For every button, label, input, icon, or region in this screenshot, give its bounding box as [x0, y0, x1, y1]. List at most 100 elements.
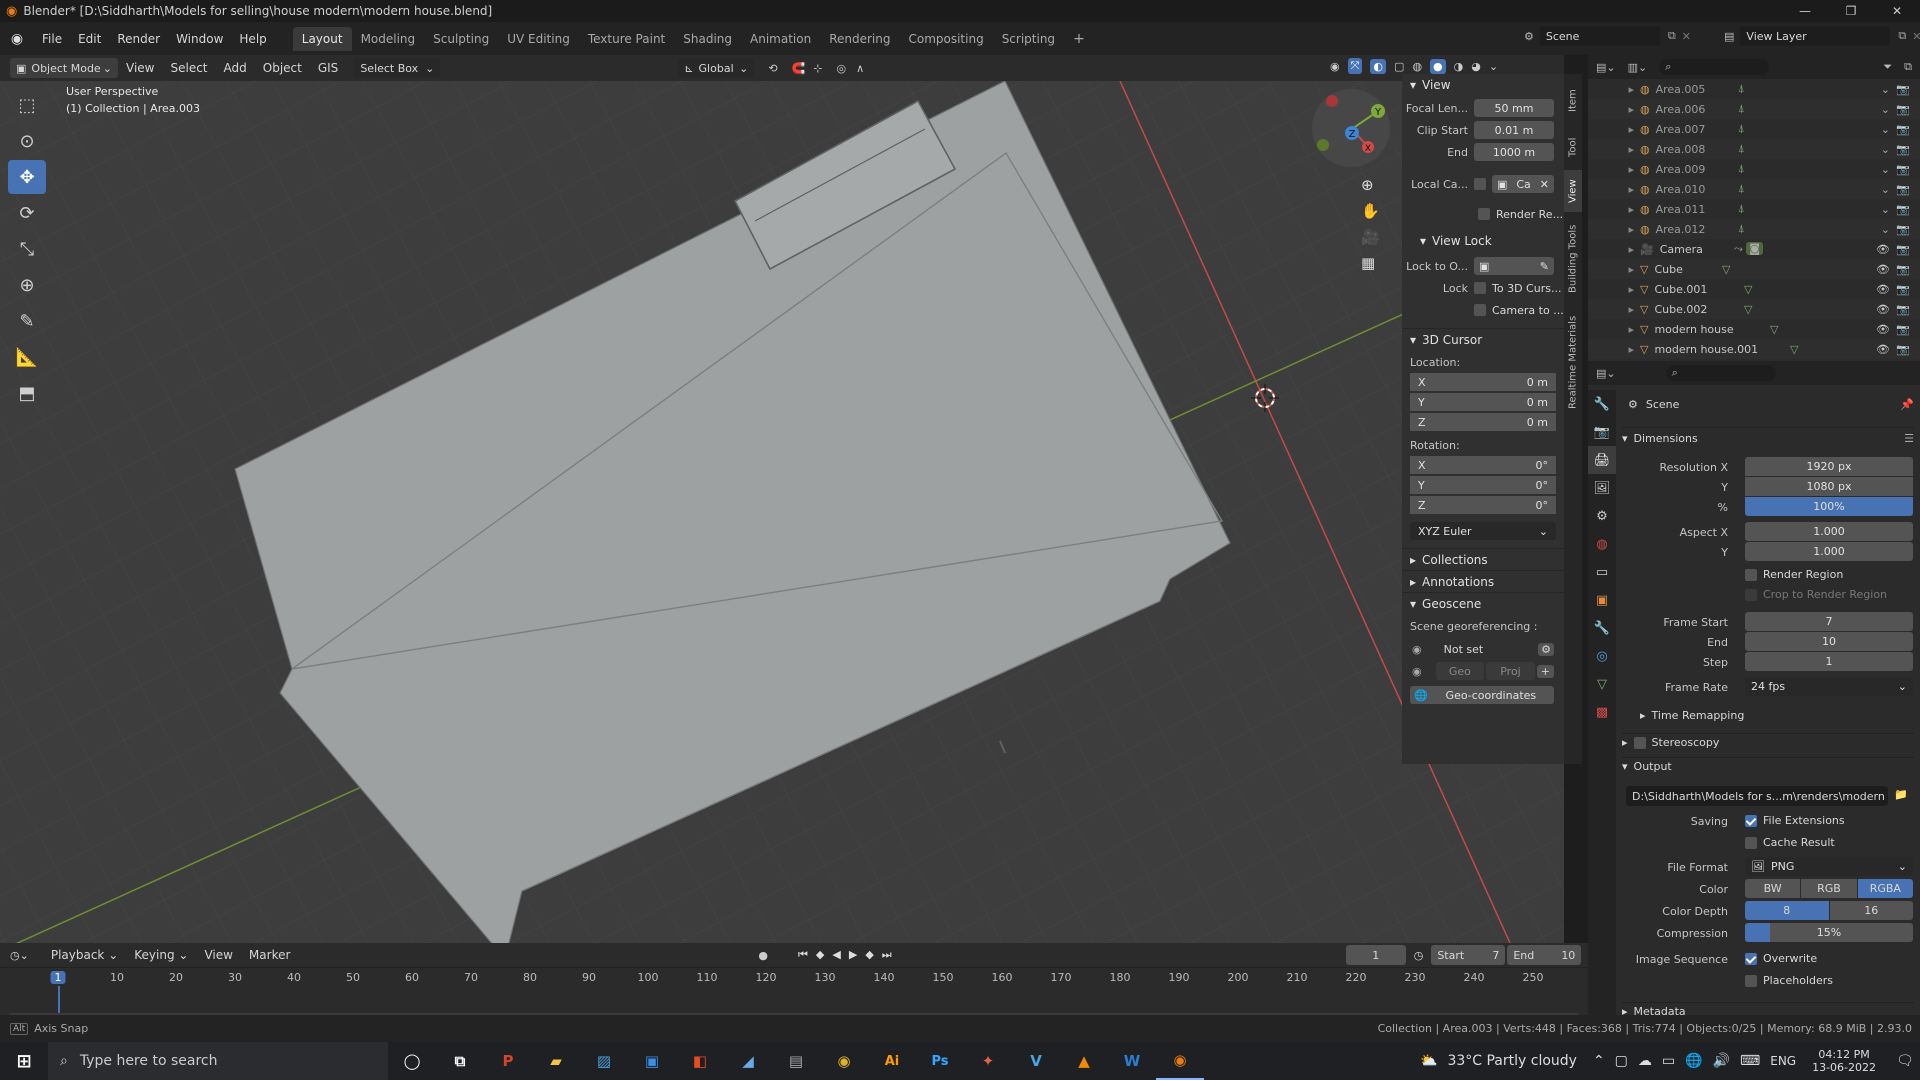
file-explorer-icon[interactable]: ▰ [532, 1042, 580, 1080]
resolution-x-field[interactable]: 1920 px [1745, 457, 1913, 476]
snap-target-icon[interactable]: ⊹ [813, 62, 822, 75]
powerpoint-icon[interactable]: P [484, 1042, 532, 1080]
shading-wireframe-icon[interactable]: ◍ [1412, 60, 1422, 73]
restore-button[interactable]: ❐ [1828, 0, 1874, 22]
annotations-section-header[interactable]: ▸ Annotations [1402, 570, 1564, 592]
frame-step-field[interactable]: 1 [1745, 652, 1913, 671]
menu-help[interactable]: Help [231, 28, 274, 50]
falloff-icon[interactable]: ∧ [856, 62, 864, 75]
tab-layout[interactable]: Layout [292, 26, 352, 51]
frame-start-field[interactable]: 7 [1745, 612, 1913, 631]
windows-start-icon[interactable]: ⊞ [0, 1042, 48, 1080]
render-visibility-icon[interactable]: 📷 [1896, 343, 1910, 356]
resolution-y-field[interactable]: 1080 px [1745, 477, 1913, 496]
frame-ruler[interactable]: 1 10 20 30 40 50 60 70 80 90 100 110 120 130 140 150 160… [0, 967, 1588, 1022]
geo-coordinates-button[interactable]: 🌐 Geo-coordinates [1410, 686, 1554, 704]
shading-rendered-icon[interactable]: ◕ [1471, 60, 1481, 73]
visibility-eye-icon[interactable]: 👁 [1876, 243, 1890, 256]
eyedropper-icon[interactable]: ✎ [1540, 260, 1549, 273]
auto-keying-icon[interactable]: ● [758, 949, 768, 962]
rotate-tool-icon[interactable]: ⟳ [8, 196, 46, 230]
visibility-eye-icon[interactable]: 👁 [1876, 303, 1890, 316]
prev-keyframe-icon[interactable]: ◆ [816, 948, 824, 962]
delete-view-layer-icon[interactable]: ✕ [1912, 30, 1920, 43]
measure-tool-icon[interactable]: 📐 [8, 340, 46, 374]
ortho-grid-icon[interactable]: ▦ [1361, 254, 1380, 272]
rotation-mode-dropdown[interactable]: XYZ Euler ⌄ [1410, 522, 1556, 540]
camera-view-icon[interactable]: 🎥 [1361, 228, 1380, 246]
outliner-row[interactable]: ▸ ◍ Area.012 ⍋ ⌄ 📷 [1588, 219, 1920, 239]
outliner-row[interactable]: ▸ 🎥 Camera ⤳ ◙ 👁 📷 [1588, 239, 1920, 259]
outliner-row[interactable]: ▸ ▽ modern house.001 ▽ 👁 📷 [1588, 339, 1920, 359]
file-format-dropdown[interactable]: 🖼 PNG ⌄ [1745, 857, 1913, 876]
output-panel-header[interactable]: ▾ Output [1622, 757, 1914, 773]
outliner-row[interactable]: ▸ ◍ Area.011 ⍋ ⌄ 📷 [1588, 199, 1920, 219]
view-layer-selector[interactable]: View Layer [1740, 26, 1891, 46]
overlay-icon[interactable]: ◐ [1370, 58, 1387, 74]
visibility-eye-icon[interactable]: 👁 [1876, 283, 1890, 296]
tab-shading[interactable]: Shading [674, 27, 741, 51]
shading-solid-icon[interactable]: ● [1430, 58, 1446, 74]
outliner-editor-type-icon[interactable]: ▤⌄ [1596, 61, 1616, 74]
new-scene-icon[interactable]: ⧉ [1668, 29, 1676, 43]
scale-tool-icon[interactable]: ⤡ [8, 232, 46, 266]
menu-object[interactable]: Object [255, 57, 310, 79]
navigation-gizmo[interactable]: Y X Z [1312, 89, 1390, 167]
outliner-row[interactable]: ▸ ◍ Area.007 ⍋ ⌄ 📷 [1588, 119, 1920, 139]
lock-to-3d-cursor-checkbox[interactable] [1474, 282, 1486, 294]
weather-text[interactable]: 33°C Partly cloudy [1447, 1053, 1577, 1069]
scene-properties-icon[interactable]: ⚙ [1588, 502, 1616, 530]
menu-add[interactable]: Add [216, 57, 255, 79]
color-depth-8-option[interactable]: 8 [1745, 901, 1829, 920]
new-collection-icon[interactable]: ⧉ [1904, 60, 1912, 74]
local-camera-field[interactable]: ▣ Ca ✕ [1492, 175, 1554, 193]
cursor-tool-icon[interactable]: ⊙ [8, 124, 46, 158]
overwrite-checkbox[interactable] [1745, 952, 1757, 965]
pivot-icon[interactable]: ⟲ [768, 62, 777, 75]
outliner-row[interactable]: ▸ ◍ Area.009 ⍋ ⌄ 📷 [1588, 159, 1920, 179]
display-mode-icon[interactable]: ▥⌄ [1628, 61, 1648, 74]
render-visibility-icon[interactable]: 📷 [1896, 283, 1910, 296]
render-visibility-icon[interactable]: 📷 [1896, 243, 1910, 256]
cursor-location-z[interactable]: Z0 m [1410, 413, 1556, 431]
xray-icon[interactable]: ▢ [1394, 60, 1404, 73]
outliner-row[interactable]: ▸ ▽ Cube.002 ▽ 👁 📷 [1588, 299, 1920, 319]
tab-scripting[interactable]: Scripting [993, 27, 1064, 51]
frame-rate-dropdown[interactable]: 24 fps ⌄ [1745, 677, 1913, 696]
view-layer-icon[interactable]: ▤ [1724, 30, 1734, 43]
marker-menu[interactable]: Marker [241, 944, 298, 966]
world-properties-icon[interactable]: ◍ [1588, 530, 1616, 558]
render-visibility-icon[interactable]: 📷 [1896, 103, 1910, 116]
onedrive-icon[interactable]: ☁ [1638, 1053, 1652, 1069]
outliner-row[interactable]: ▸ ▽ Cube.001 ▽ 👁 📷 [1588, 279, 1920, 299]
cursor-rotation-x[interactable]: X 0° [1410, 456, 1556, 474]
select-tool-icon[interactable]: ⬚ [8, 88, 46, 122]
color-bw-option[interactable]: BW [1745, 879, 1801, 898]
stereoscopy-panel-header[interactable]: ▸ Stereoscopy [1622, 733, 1914, 749]
data-properties-icon[interactable]: ▽ [1588, 670, 1616, 698]
time-remapping-header[interactable]: ▸ Time Remapping [1640, 709, 1744, 722]
mode-selector[interactable]: ▣ Object Mode ⌄ [10, 58, 118, 78]
menu-edit[interactable]: Edit [70, 28, 109, 50]
cursor-rotation-z[interactable]: Z 0° [1410, 496, 1556, 514]
render-visibility-icon[interactable]: 📷 [1896, 203, 1910, 216]
georef-radio[interactable]: ◉ [1412, 643, 1422, 656]
focal-length-field[interactable]: 50 mm [1474, 99, 1554, 117]
compression-slider[interactable]: 15% [1745, 923, 1913, 942]
menu-file[interactable]: File [34, 28, 70, 50]
dimensions-panel-header[interactable]: ▾ Dimensions ☰ [1622, 427, 1914, 449]
properties-search-input[interactable]: ⌕ [1665, 365, 1776, 381]
outliner-row[interactable]: ▸ ◍ Area.006 ⍋ ⌄ 📷 [1588, 99, 1920, 119]
properties-editor-type-icon[interactable]: ▤⌄ [1596, 367, 1616, 380]
presets-icon[interactable]: ☰ [1904, 432, 1914, 445]
color-depth-16-option[interactable]: 16 [1829, 901, 1913, 920]
timeline-editor-type-icon[interactable]: ◷⌄ [10, 949, 29, 962]
photoshop-icon[interactable]: Ps [916, 1042, 964, 1080]
taskbar-search-input[interactable]: ⌕ Type here to search [48, 1042, 388, 1080]
cursor-location-y[interactable]: Y0 m [1410, 393, 1556, 411]
geoscene-section-header[interactable]: ▾ Geoscene [1402, 592, 1564, 614]
render-visibility-icon[interactable]: 📷 [1896, 143, 1910, 156]
geo-radio[interactable]: ◉ [1412, 665, 1422, 678]
pin-icon[interactable]: 📌 [1900, 398, 1914, 411]
3d-cursor-section-header[interactable]: ▾ 3D Cursor [1402, 328, 1564, 350]
